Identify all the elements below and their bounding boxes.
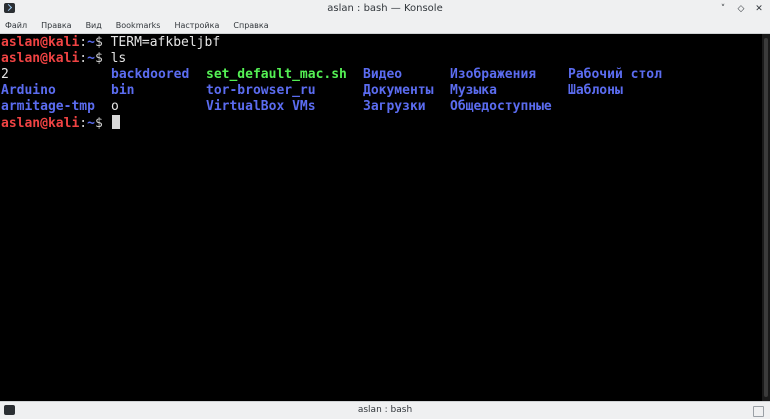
ls-entry: 2 [1,67,9,82]
prompt-path: ~ [87,51,95,66]
prompt-user-host: aslan@kali [1,116,80,131]
tab-aslan-bash[interactable]: aslan : bash [0,402,770,419]
ls-entry: Загрузки [363,99,426,114]
menu-help[interactable]: Справка [232,21,269,30]
prompt-user-host: aslan@kali [1,35,80,50]
prompt-separator: : [79,35,88,50]
terminal-scrollbar[interactable] [762,34,770,401]
menu-file[interactable]: Файл [4,21,28,30]
window-title: aslan : bash — Konsole [327,3,443,14]
ls-entry: armitage-tmp [1,99,95,114]
menu-bookmarks[interactable]: Bookmarks [115,21,162,30]
ls-entry: bin [111,83,135,98]
tab-bar: aslan : bash [0,401,770,419]
ls-entry: VirtualBox VMs [206,99,316,114]
tab-close-icon[interactable] [753,406,764,417]
menu-bar: Файл Правка Вид Bookmarks Настройка Спра… [0,17,770,34]
menu-settings[interactable]: Настройка [173,21,220,30]
terminal-output[interactable]: aslan@kali:~$ TERM=afkbeljbf aslan@kali:… [0,34,762,401]
ls-entry: Изображения [450,67,537,82]
maximize-icon[interactable]: ◇ [736,4,746,14]
title-bar[interactable]: aslan : bash — Konsole ˅ ◇ ✕ [0,0,770,18]
ls-entry: set_default_mac.sh [206,67,347,82]
ls-entry: Общедоступные [450,99,552,114]
prompt-symbol: $ [94,35,111,50]
ls-entry: tor-browser_ru [206,83,316,98]
prompt-user-host: aslan@kali [1,51,80,66]
ls-entry: Документы [363,83,434,98]
text-cursor [111,115,120,129]
menu-edit[interactable]: Правка [40,21,72,30]
prompt-line: aslan@kali:~$ [1,115,120,131]
prompt-path: ~ [87,35,95,50]
command-text: ls [110,51,127,66]
menu-view[interactable]: Вид [85,21,103,30]
command-text: TERM=afkbeljbf [110,35,221,50]
prompt-line: aslan@kali:~$ ls [1,51,126,67]
ls-entry: Шаблоны [568,83,623,98]
prompt-separator: : [79,51,88,66]
ls-entry: backdoored [111,67,190,82]
minimize-icon[interactable]: ˅ [718,4,728,14]
konsole-window: aslan : bash — Konsole ˅ ◇ ✕ Файл Правка… [0,0,770,419]
ls-entry: Видео [363,67,403,82]
prompt-symbol: $ [94,51,111,66]
prompt-separator: : [79,116,88,131]
ls-entry: Arduino [1,83,56,98]
ls-entry: Рабочий стол [568,67,662,82]
prompt-path: ~ [87,116,95,131]
prompt-line: aslan@kali:~$ TERM=afkbeljbf [1,35,220,51]
close-icon[interactable]: ✕ [754,4,764,14]
ls-entry: o [111,99,119,114]
prompt-symbol: $ [94,116,111,131]
ls-entry: Музыка [450,83,497,98]
